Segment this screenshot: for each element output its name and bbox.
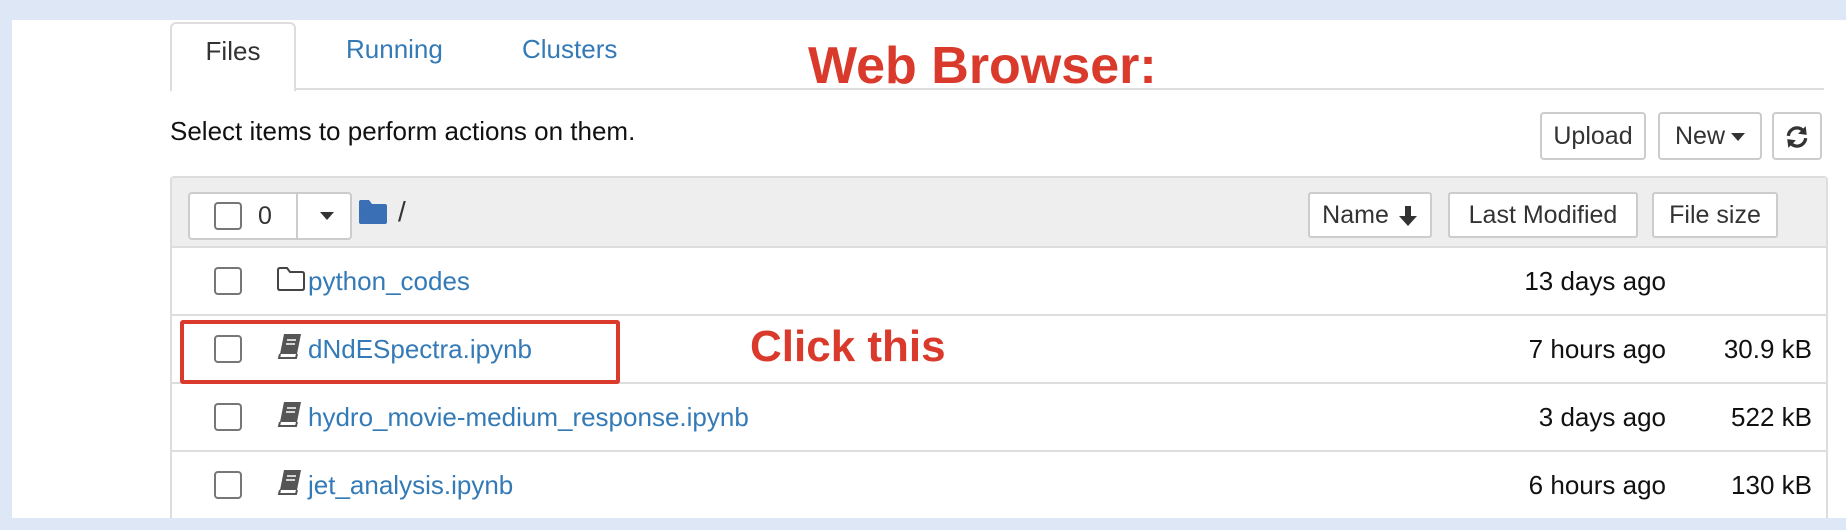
list-item[interactable]: jet_analysis.ipynb 6 hours ago 130 kB	[172, 452, 1826, 518]
selection-dropdown-icon[interactable]	[320, 212, 334, 220]
file-modified: 3 days ago	[1538, 402, 1666, 432]
select-all-group: 0	[188, 192, 352, 240]
refresh-button[interactable]	[1772, 112, 1822, 160]
sort-by-name-button[interactable]: Name	[1308, 192, 1432, 238]
new-button-label: New	[1674, 122, 1725, 150]
file-size: 522 kB	[1731, 402, 1812, 432]
file-modified: 7 hours ago	[1528, 334, 1666, 364]
list-item[interactable]: hydro_movie-medium_response.ipynb 3 days…	[172, 384, 1826, 452]
list-item[interactable]: python_codes 13 days ago	[172, 248, 1826, 316]
row-checkbox[interactable]	[214, 267, 242, 295]
sort-name-label: Name	[1322, 201, 1389, 229]
file-size: 30.9 kB	[1723, 334, 1812, 364]
upload-button[interactable]: Upload	[1540, 112, 1646, 160]
annotation-title: Web Browser:	[808, 37, 1157, 95]
file-link[interactable]: jet_analysis.ipynb	[308, 452, 513, 518]
row-checkbox[interactable]	[214, 335, 242, 363]
annotation-click-hint: Click this	[750, 322, 946, 371]
list-item[interactable]: dNdESpectra.ipynb 7 hours ago 30.9 kB	[172, 316, 1826, 384]
new-button[interactable]: New	[1658, 112, 1762, 160]
breadcrumb-root[interactable]: /	[398, 194, 406, 230]
select-all-control[interactable]: 0	[190, 194, 298, 238]
select-all-checkbox[interactable]	[214, 202, 242, 230]
row-checkbox[interactable]	[214, 403, 242, 431]
file-modified: 6 hours ago	[1528, 470, 1666, 500]
file-link[interactable]: hydro_movie-medium_response.ipynb	[308, 384, 749, 450]
notebook-icon	[277, 334, 301, 359]
notebook-icon	[277, 402, 301, 427]
tab-running[interactable]: Running	[346, 22, 443, 88]
row-checkbox[interactable]	[214, 471, 242, 499]
tab-files[interactable]: Files	[170, 22, 296, 92]
refresh-icon	[1786, 126, 1808, 149]
file-link[interactable]: dNdESpectra.ipynb	[308, 316, 532, 382]
tab-clusters[interactable]: Clusters	[522, 22, 617, 88]
arrow-down-icon	[1398, 206, 1417, 227]
folder-outline-icon	[277, 267, 305, 291]
folder-icon[interactable]	[358, 198, 388, 226]
file-browser-panel: Files Running Clusters Web Browser: Sele…	[12, 20, 1846, 518]
sort-by-file-size-button[interactable]: File size	[1652, 192, 1778, 238]
file-list-header: 0 / Name Last Modified File size	[172, 178, 1826, 248]
notebook-icon	[277, 470, 301, 495]
file-list: 0 / Name Last Modified File size python_…	[170, 176, 1828, 518]
file-size: 130 kB	[1731, 470, 1812, 500]
file-link[interactable]: python_codes	[308, 248, 470, 314]
file-modified: 13 days ago	[1524, 266, 1666, 296]
chevron-down-icon	[1731, 133, 1745, 142]
sort-by-last-modified-button[interactable]: Last Modified	[1448, 192, 1638, 238]
selected-count: 0	[258, 202, 272, 230]
instructions-text: Select items to perform actions on them.	[170, 116, 636, 146]
